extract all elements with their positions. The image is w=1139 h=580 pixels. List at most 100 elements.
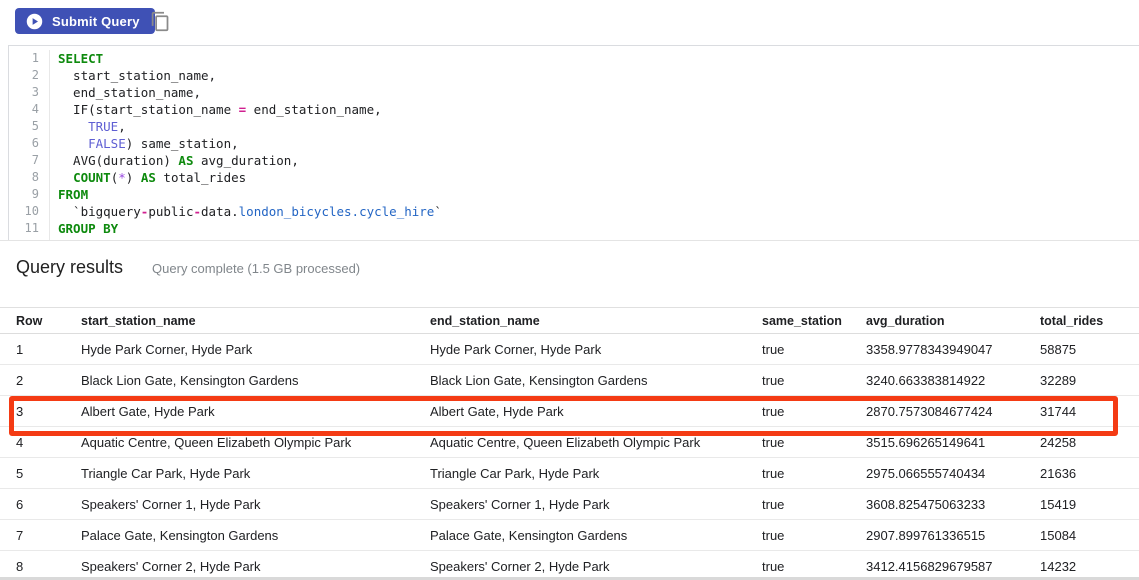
table-cell: Black Lion Gate, Kensington Gardens: [430, 373, 762, 388]
column-header: Row: [0, 314, 81, 328]
results-title: Query results: [16, 257, 123, 278]
line-number: 6: [9, 135, 49, 152]
table-cell: Aquatic Centre, Queen Elizabeth Olympic …: [81, 435, 430, 450]
table-row: 7Palace Gate, Kensington GardensPalace G…: [0, 520, 1139, 551]
code-text: COUNT(*) AS total_rides: [49, 169, 1139, 186]
table-cell: true: [762, 373, 866, 388]
results-table: Rowstart_station_nameend_station_namesam…: [0, 307, 1139, 580]
code-line[interactable]: 2 start_station_name,: [9, 67, 1139, 84]
code-text: FALSE) same_station,: [49, 135, 1139, 152]
code-line[interactable]: 10 `bigquery-public-data.london_bicycles…: [9, 203, 1139, 220]
table-cell: Palace Gate, Kensington Gardens: [81, 528, 430, 543]
table-cell: 15084: [1040, 528, 1139, 543]
copy-button[interactable]: [149, 11, 171, 33]
table-row: 6Speakers' Corner 1, Hyde ParkSpeakers' …: [0, 489, 1139, 520]
table-row: 8Speakers' Corner 2, Hyde ParkSpeakers' …: [0, 551, 1139, 580]
table-cell: 15419: [1040, 497, 1139, 512]
table-cell: 2975.066555740434: [866, 466, 1040, 481]
column-header: same_station: [762, 314, 866, 328]
table-cell: true: [762, 435, 866, 450]
table-cell: 3412.4156829679587: [866, 559, 1040, 574]
table-cell: Speakers' Corner 1, Hyde Park: [430, 497, 762, 512]
table-cell: 6: [0, 497, 81, 512]
line-number: 9: [9, 186, 49, 203]
table-cell: true: [762, 404, 866, 419]
table-body: 1Hyde Park Corner, Hyde ParkHyde Park Co…: [0, 334, 1139, 580]
table-cell: 3515.696265149641: [866, 435, 1040, 450]
table-row: 5Triangle Car Park, Hyde ParkTriangle Ca…: [0, 458, 1139, 489]
code-line[interactable]: 9FROM: [9, 186, 1139, 203]
column-header: start_station_name: [81, 314, 430, 328]
table-cell: 2907.899761336515: [866, 528, 1040, 543]
table-cell: Speakers' Corner 2, Hyde Park: [81, 559, 430, 574]
table-header-row: Rowstart_station_nameend_station_namesam…: [0, 307, 1139, 334]
table-cell: Albert Gate, Hyde Park: [430, 404, 762, 419]
table-cell: true: [762, 497, 866, 512]
table-cell: Triangle Car Park, Hyde Park: [430, 466, 762, 481]
table-cell: 4: [0, 435, 81, 450]
table-cell: 3240.663383814922: [866, 373, 1040, 388]
table-row: 3Albert Gate, Hyde ParkAlbert Gate, Hyde…: [0, 396, 1139, 427]
table-cell: true: [762, 466, 866, 481]
line-number: 5: [9, 118, 49, 135]
table-cell: 58875: [1040, 342, 1139, 357]
line-number: 1: [9, 50, 49, 67]
table-cell: Triangle Car Park, Hyde Park: [81, 466, 430, 481]
code-line[interactable]: 11GROUP BY: [9, 220, 1139, 237]
line-number: 8: [9, 169, 49, 186]
code-text: `bigquery-public-data.london_bicycles.cy…: [49, 203, 1139, 220]
bigquery-results-page: Submit Query 1SELECT2 start_station_name…: [0, 0, 1139, 580]
column-header: end_station_name: [430, 314, 762, 328]
table-cell: Speakers' Corner 2, Hyde Park: [430, 559, 762, 574]
line-number: 4: [9, 101, 49, 118]
code-line[interactable]: 4 IF(start_station_name = end_station_na…: [9, 101, 1139, 118]
code-line[interactable]: 6 FALSE) same_station,: [9, 135, 1139, 152]
play-icon: [26, 13, 43, 30]
table-cell: 32289: [1040, 373, 1139, 388]
code-line[interactable]: 8 COUNT(*) AS total_rides: [9, 169, 1139, 186]
line-number: 2: [9, 67, 49, 84]
code-text: SELECT: [49, 50, 1139, 67]
table-cell: Albert Gate, Hyde Park: [81, 404, 430, 419]
submit-query-button[interactable]: Submit Query: [15, 8, 155, 34]
submit-query-label: Submit Query: [52, 14, 140, 29]
table-cell: Speakers' Corner 1, Hyde Park: [81, 497, 430, 512]
sql-code-editor[interactable]: 1SELECT2 start_station_name,3 end_statio…: [8, 45, 1139, 240]
copy-icon: [150, 11, 171, 32]
code-text: AVG(duration) AS avg_duration,: [49, 152, 1139, 169]
code-text: TRUE,: [49, 118, 1139, 135]
code-text: end_station_name,: [49, 84, 1139, 101]
table-cell: Hyde Park Corner, Hyde Park: [81, 342, 430, 357]
table-cell: Black Lion Gate, Kensington Gardens: [81, 373, 430, 388]
line-number: 10: [9, 203, 49, 220]
line-number: 7: [9, 152, 49, 169]
table-cell: 31744: [1040, 404, 1139, 419]
code-line[interactable]: 1SELECT: [9, 50, 1139, 67]
code-text: GROUP BY: [49, 220, 1139, 237]
table-cell: 5: [0, 466, 81, 481]
table-row: 4Aquatic Centre, Queen Elizabeth Olympic…: [0, 427, 1139, 458]
table-cell: 2: [0, 373, 81, 388]
table-cell: 3: [0, 404, 81, 419]
table-cell: 14232: [1040, 559, 1139, 574]
query-results-panel: Query results Query complete (1.5 GB pro…: [0, 240, 1139, 580]
table-cell: 3608.825475063233: [866, 497, 1040, 512]
table-cell: true: [762, 342, 866, 357]
code-text: start_station_name,: [49, 67, 1139, 84]
table-cell: 24258: [1040, 435, 1139, 450]
code-line[interactable]: 7 AVG(duration) AS avg_duration,: [9, 152, 1139, 169]
code-text: IF(start_station_name = end_station_name…: [49, 101, 1139, 118]
line-number: 11: [9, 220, 49, 237]
toolbar: Submit Query: [0, 0, 1139, 45]
code-text: FROM: [49, 186, 1139, 203]
table-cell: 8: [0, 559, 81, 574]
code-line[interactable]: 3 end_station_name,: [9, 84, 1139, 101]
column-header: total_rides: [1040, 314, 1139, 328]
code-line[interactable]: 5 TRUE,: [9, 118, 1139, 135]
table-cell: true: [762, 528, 866, 543]
table-cell: Aquatic Centre, Queen Elizabeth Olympic …: [430, 435, 762, 450]
table-row: 2Black Lion Gate, Kensington GardensBlac…: [0, 365, 1139, 396]
table-row: 1Hyde Park Corner, Hyde ParkHyde Park Co…: [0, 334, 1139, 365]
table-cell: 7: [0, 528, 81, 543]
table-cell: Hyde Park Corner, Hyde Park: [430, 342, 762, 357]
